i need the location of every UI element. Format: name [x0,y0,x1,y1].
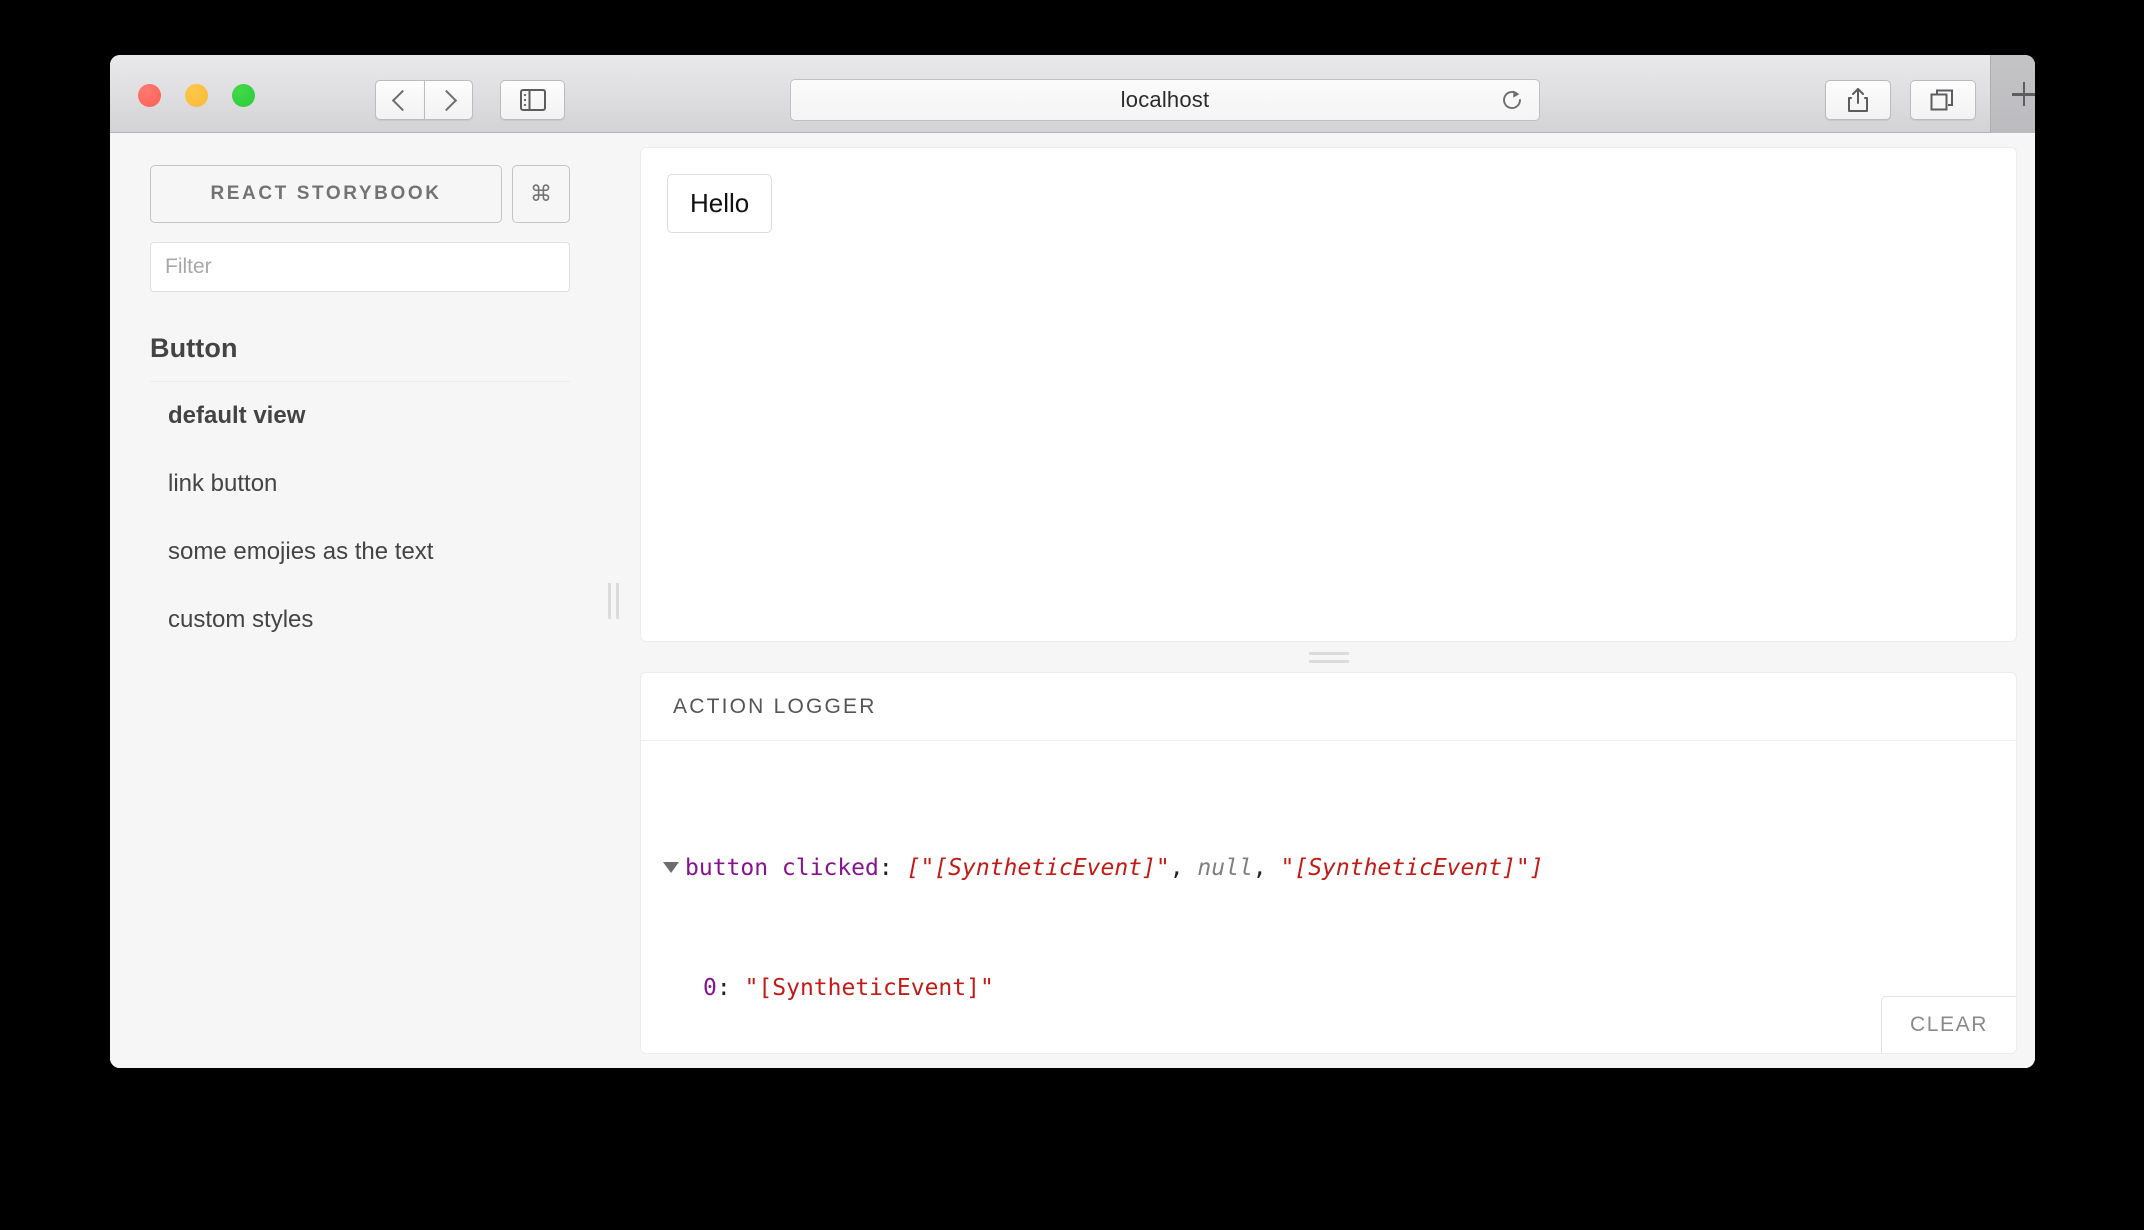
page-content: REACT STORYBOOK ⌘ Button default view li… [110,133,2035,1068]
sidebar-icon [519,89,546,111]
log-separator: , [1169,855,1198,881]
chevron-left-icon [391,89,413,111]
story-item-link-button[interactable]: link button [150,450,570,518]
story-item-custom-styles[interactable]: custom styles [150,586,570,654]
log-entry-summary[interactable]: button clicked: ["[SyntheticEvent]", nul… [663,853,2016,883]
minimize-window-button[interactable] [185,84,208,107]
log-action-name: button clicked [685,855,879,881]
story-preview-panel: Hello [640,147,2017,642]
sidebar-header: REACT STORYBOOK ⌘ [150,165,570,223]
log-summary-item-0: "[SyntheticEvent]" [920,855,1170,881]
maximize-window-button[interactable] [232,84,255,107]
log-array-close: ] [1529,855,1544,881]
story-item-some-emojies-as-the-text[interactable]: some emojies as the text [150,518,570,586]
share-button[interactable] [1825,80,1891,120]
drag-grip-icon [1308,651,1349,663]
panel-resize-handle[interactable] [640,642,2017,672]
url-bar[interactable]: localhost [790,79,1540,121]
tabs-overview-icon [1930,89,1953,111]
log-colon: : [878,855,893,881]
log-summary-item-1: null [1197,855,1253,881]
browser-titlebar: localhost [110,55,2035,133]
new-tab-button[interactable] [1990,55,2035,133]
filter-input[interactable] [150,242,570,292]
url-text: localhost [1120,87,1210,112]
log-property-value: "[SyntheticEvent]" [744,975,994,1001]
storybook-main: Hello ACTION LOGGER button clicked: ["[S… [620,133,2035,1068]
sidebar-resize-handle[interactable] [606,133,620,1068]
action-logger-panel: ACTION LOGGER button clicked: ["[Synthet… [640,672,2017,1054]
action-logger-footer: CLEAR [1880,996,2016,1053]
window-traffic-lights [138,84,255,107]
show-all-tabs-button[interactable] [1910,80,1976,120]
log-property-row: 0: "[SyntheticEvent]" [663,973,2016,1003]
shortcut-command-button[interactable]: ⌘ [512,165,570,223]
clear-button[interactable]: CLEAR [1880,996,2016,1053]
reload-icon [1503,90,1521,109]
story-kind-heading: Button [150,333,238,363]
action-logger-title: ACTION LOGGER [641,673,2016,741]
triangle-down-icon[interactable] [663,862,679,873]
chevron-right-icon [435,89,458,111]
drag-grip-icon [607,582,619,619]
plus-icon [2011,82,2035,106]
log-separator: , [1252,855,1281,881]
reload-button[interactable] [1499,87,1525,113]
action-logger-output: button clicked: ["[SyntheticEvent]", nul… [641,741,2016,1053]
back-button[interactable] [375,80,424,120]
share-icon [1848,88,1868,112]
storybook-sidebar: REACT STORYBOOK ⌘ Button default view li… [110,133,610,1068]
log-colon: : [716,975,745,1001]
hello-button[interactable]: Hello [667,174,773,233]
log-summary-item-2: "[SyntheticEvent]" [1280,855,1530,881]
forward-button[interactable] [424,80,473,120]
sidebar-toggle-button[interactable] [500,80,565,120]
log-property-key: 0 [703,975,717,1001]
browser-window: localhost REACT STORYBOOK ⌘ Filter Butto… [110,55,2035,1068]
log-array-open: [ [906,855,921,881]
close-window-button[interactable] [138,84,161,107]
story-item-default-view[interactable]: default view [150,382,570,450]
storybook-brand-button[interactable]: REACT STORYBOOK [150,165,502,223]
